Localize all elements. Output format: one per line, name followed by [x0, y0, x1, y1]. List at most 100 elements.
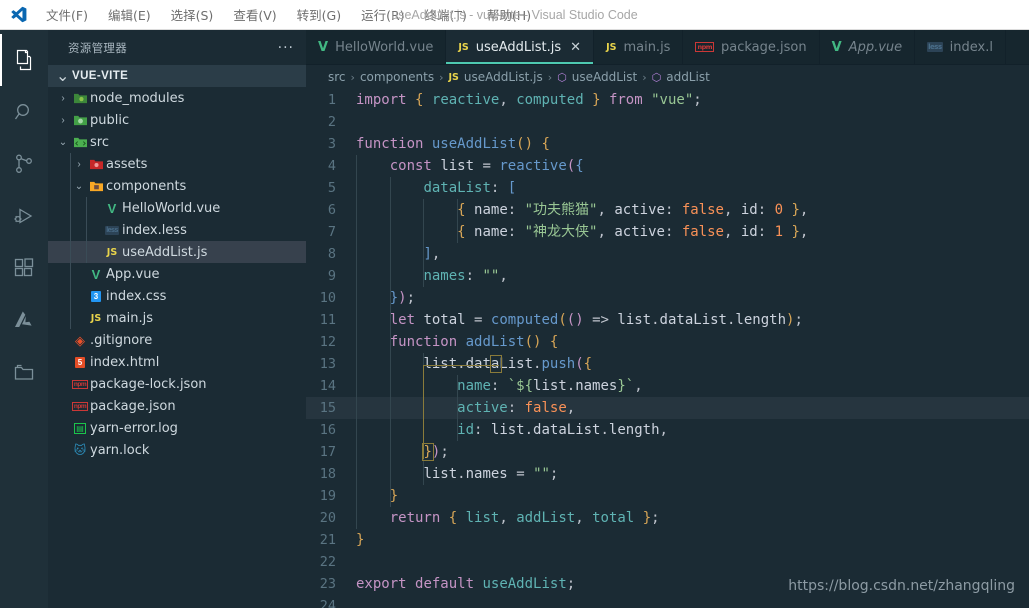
breadcrumb-item-components[interactable]: components	[360, 70, 434, 84]
code-line[interactable]: 10 });	[306, 287, 1029, 309]
activitybar-item-explorer[interactable]	[0, 34, 48, 86]
code-line[interactable]: 16 id: list.dataList.length,	[306, 419, 1029, 441]
code-line[interactable]: 4 const list = reactive({	[306, 155, 1029, 177]
code-line[interactable]: 23 export default useAddList;	[306, 573, 1029, 595]
breadcrumb-item-useaddlist-js[interactable]: JS useAddList.js	[448, 70, 542, 84]
breadcrumb-item-label: components	[359, 70, 435, 84]
code-line[interactable]: 17 });	[306, 441, 1029, 463]
code-line[interactable]: 14 name: `${list.names}`,	[306, 375, 1029, 397]
menu-terminal[interactable]: 终端(T)	[415, 1, 477, 28]
code-line[interactable]: 2	[306, 111, 1029, 133]
code-token: .	[524, 422, 534, 438]
breadcrumb-item-label: src	[328, 70, 346, 84]
tree-item--gitignore[interactable]: ◈ .gitignore	[48, 329, 306, 351]
activitybar-item-search[interactable]	[0, 86, 48, 138]
tree-item-public[interactable]: › public	[48, 109, 306, 131]
menu-run[interactable]: 运行(R)	[351, 1, 414, 28]
tree-item-yarn-error-log[interactable]: ▤ yarn-error.log	[48, 417, 306, 439]
chevron-down-icon[interactable]: ⌄	[72, 181, 86, 192]
tree-item-app-vue[interactable]: V App.vue	[48, 263, 306, 285]
code-line[interactable]: 3 function useAddList() {	[306, 133, 1029, 155]
editor-tab-label: useAddList.js	[475, 39, 562, 55]
menu-goto[interactable]: 转到(G)	[287, 1, 351, 28]
code-editor[interactable]: 1 import { reactive, computed } from "vue…	[306, 89, 1029, 608]
tree-item-main-js[interactable]: JS main.js	[48, 307, 306, 329]
activitybar-item-remote-folder[interactable]	[0, 346, 48, 398]
tree-item-index-less[interactable]: less index.less	[48, 219, 306, 241]
tree-item-package-json[interactable]: npm package.json	[48, 395, 306, 417]
activitybar-item-run-debug[interactable]	[0, 190, 48, 242]
code-line[interactable]: 11 let total = computed(() => list.dataL…	[306, 309, 1029, 331]
breadcrumb-item-src[interactable]: src	[328, 70, 346, 84]
code-line[interactable]: 8 ],	[306, 243, 1029, 265]
menu-file[interactable]: 文件(F)	[36, 1, 98, 28]
breadcrumb-item-useaddlist[interactable]: ⬡ useAddList	[557, 70, 637, 84]
code-line[interactable]: 6 { name: "功夫熊猫", active: false, id: 0 }…	[306, 199, 1029, 221]
code-line[interactable]: 22	[306, 551, 1029, 573]
breadcrumb-separator-icon: ›	[439, 70, 444, 84]
vue-file-icon: V	[831, 39, 842, 55]
js-file-icon: JS	[86, 313, 106, 324]
code-line[interactable]: 18 list.names = "";	[306, 463, 1029, 485]
code-token: ;	[549, 466, 559, 482]
editor-tab-useaddlist-js[interactable]: JS useAddList.js ✕	[446, 30, 595, 64]
code-line[interactable]: 5 dataList: [	[306, 177, 1029, 199]
code-line-text: });	[356, 287, 415, 309]
editor-tab-index-l[interactable]: less index.l	[915, 30, 1006, 64]
menu-bar[interactable]: 文件(F) 编辑(E) 选择(S) 查看(V) 转到(G) 运行(R) 终端(T…	[36, 1, 541, 28]
activitybar-item-azure[interactable]	[0, 294, 48, 346]
editor-tab-package-json[interactable]: npm package.json	[683, 30, 820, 64]
tree-item-index-css[interactable]: 3 index.css	[48, 285, 306, 307]
code-token: :	[507, 224, 517, 240]
menu-edit[interactable]: 编辑(E)	[98, 1, 161, 28]
tree-item-label: index.css	[106, 288, 167, 304]
close-icon[interactable]: ✕	[570, 41, 581, 54]
tree-item-useaddlist-js[interactable]: JS useAddList.js	[48, 241, 306, 263]
tree-item-helloworld-vue[interactable]: V HelloWorld.vue	[48, 197, 306, 219]
code-line[interactable]: 19 }	[306, 485, 1029, 507]
line-number: 6	[327, 202, 336, 218]
code-line[interactable]: 7 { name: "神龙大侠", active: false, id: 1 }…	[306, 221, 1029, 243]
chevron-right-icon[interactable]: ›	[72, 159, 86, 170]
js-file-icon: JS	[606, 41, 617, 53]
code-token: addList	[465, 334, 525, 350]
code-line[interactable]: 13 list.dataList.push({	[306, 353, 1029, 375]
code-token: list	[423, 356, 458, 372]
menu-selection[interactable]: 选择(S)	[161, 1, 224, 28]
tree-item-package-lock-json[interactable]: npm package-lock.json	[48, 373, 306, 395]
code-token: ""	[482, 268, 500, 284]
tree-item-assets[interactable]: › assets	[48, 153, 306, 175]
code-line[interactable]: 24	[306, 595, 1029, 608]
chevron-right-icon[interactable]: ›	[56, 93, 70, 104]
code-line[interactable]: 20 return { list, addList, total };	[306, 507, 1029, 529]
tree-item-src[interactable]: ⌄ src	[48, 131, 306, 153]
chevron-down-icon[interactable]: ⌄	[56, 137, 70, 148]
code-line[interactable]: 12 function addList() {	[306, 331, 1029, 353]
editor-tab-helloworld-vue[interactable]: V HelloWorld.vue	[306, 30, 447, 64]
tree-item-yarn-lock[interactable]: 🐱 yarn.lock	[48, 439, 306, 461]
code-line[interactable]: 1 import { reactive, computed } from "vue…	[306, 89, 1029, 111]
chevron-right-icon[interactable]: ›	[56, 115, 70, 126]
breadcrumb-item-addlist[interactable]: ⬡ addList	[652, 70, 710, 84]
code-line[interactable]: 21}	[306, 529, 1029, 551]
code-line-text: }	[356, 529, 364, 551]
menu-help[interactable]: 帮助(H)	[477, 1, 541, 28]
editor-tab-main-js[interactable]: JS main.js	[594, 30, 684, 64]
menu-view[interactable]: 查看(V)	[223, 1, 286, 28]
tree-item-node-modules[interactable]: › node_modules	[48, 87, 306, 109]
tree-item-components[interactable]: ⌄ components	[48, 175, 306, 197]
explorer-root-row[interactable]: ⌄ VUE-VITE	[48, 65, 306, 87]
activitybar-item-source-control[interactable]	[0, 138, 48, 190]
code-line[interactable]: 9 names: "",	[306, 265, 1029, 287]
code-line[interactable]: 15 active: false,	[306, 397, 1029, 419]
sidebar-more-actions-button[interactable]: ···	[278, 41, 294, 55]
activitybar-item-extensions[interactable]	[0, 242, 48, 294]
code-content[interactable]: 1 import { reactive, computed } from "vue…	[306, 89, 1029, 608]
editor-tab-app-vue[interactable]: V App.vue	[819, 30, 916, 64]
tree-item-index-html[interactable]: 5 index.html	[48, 351, 306, 373]
